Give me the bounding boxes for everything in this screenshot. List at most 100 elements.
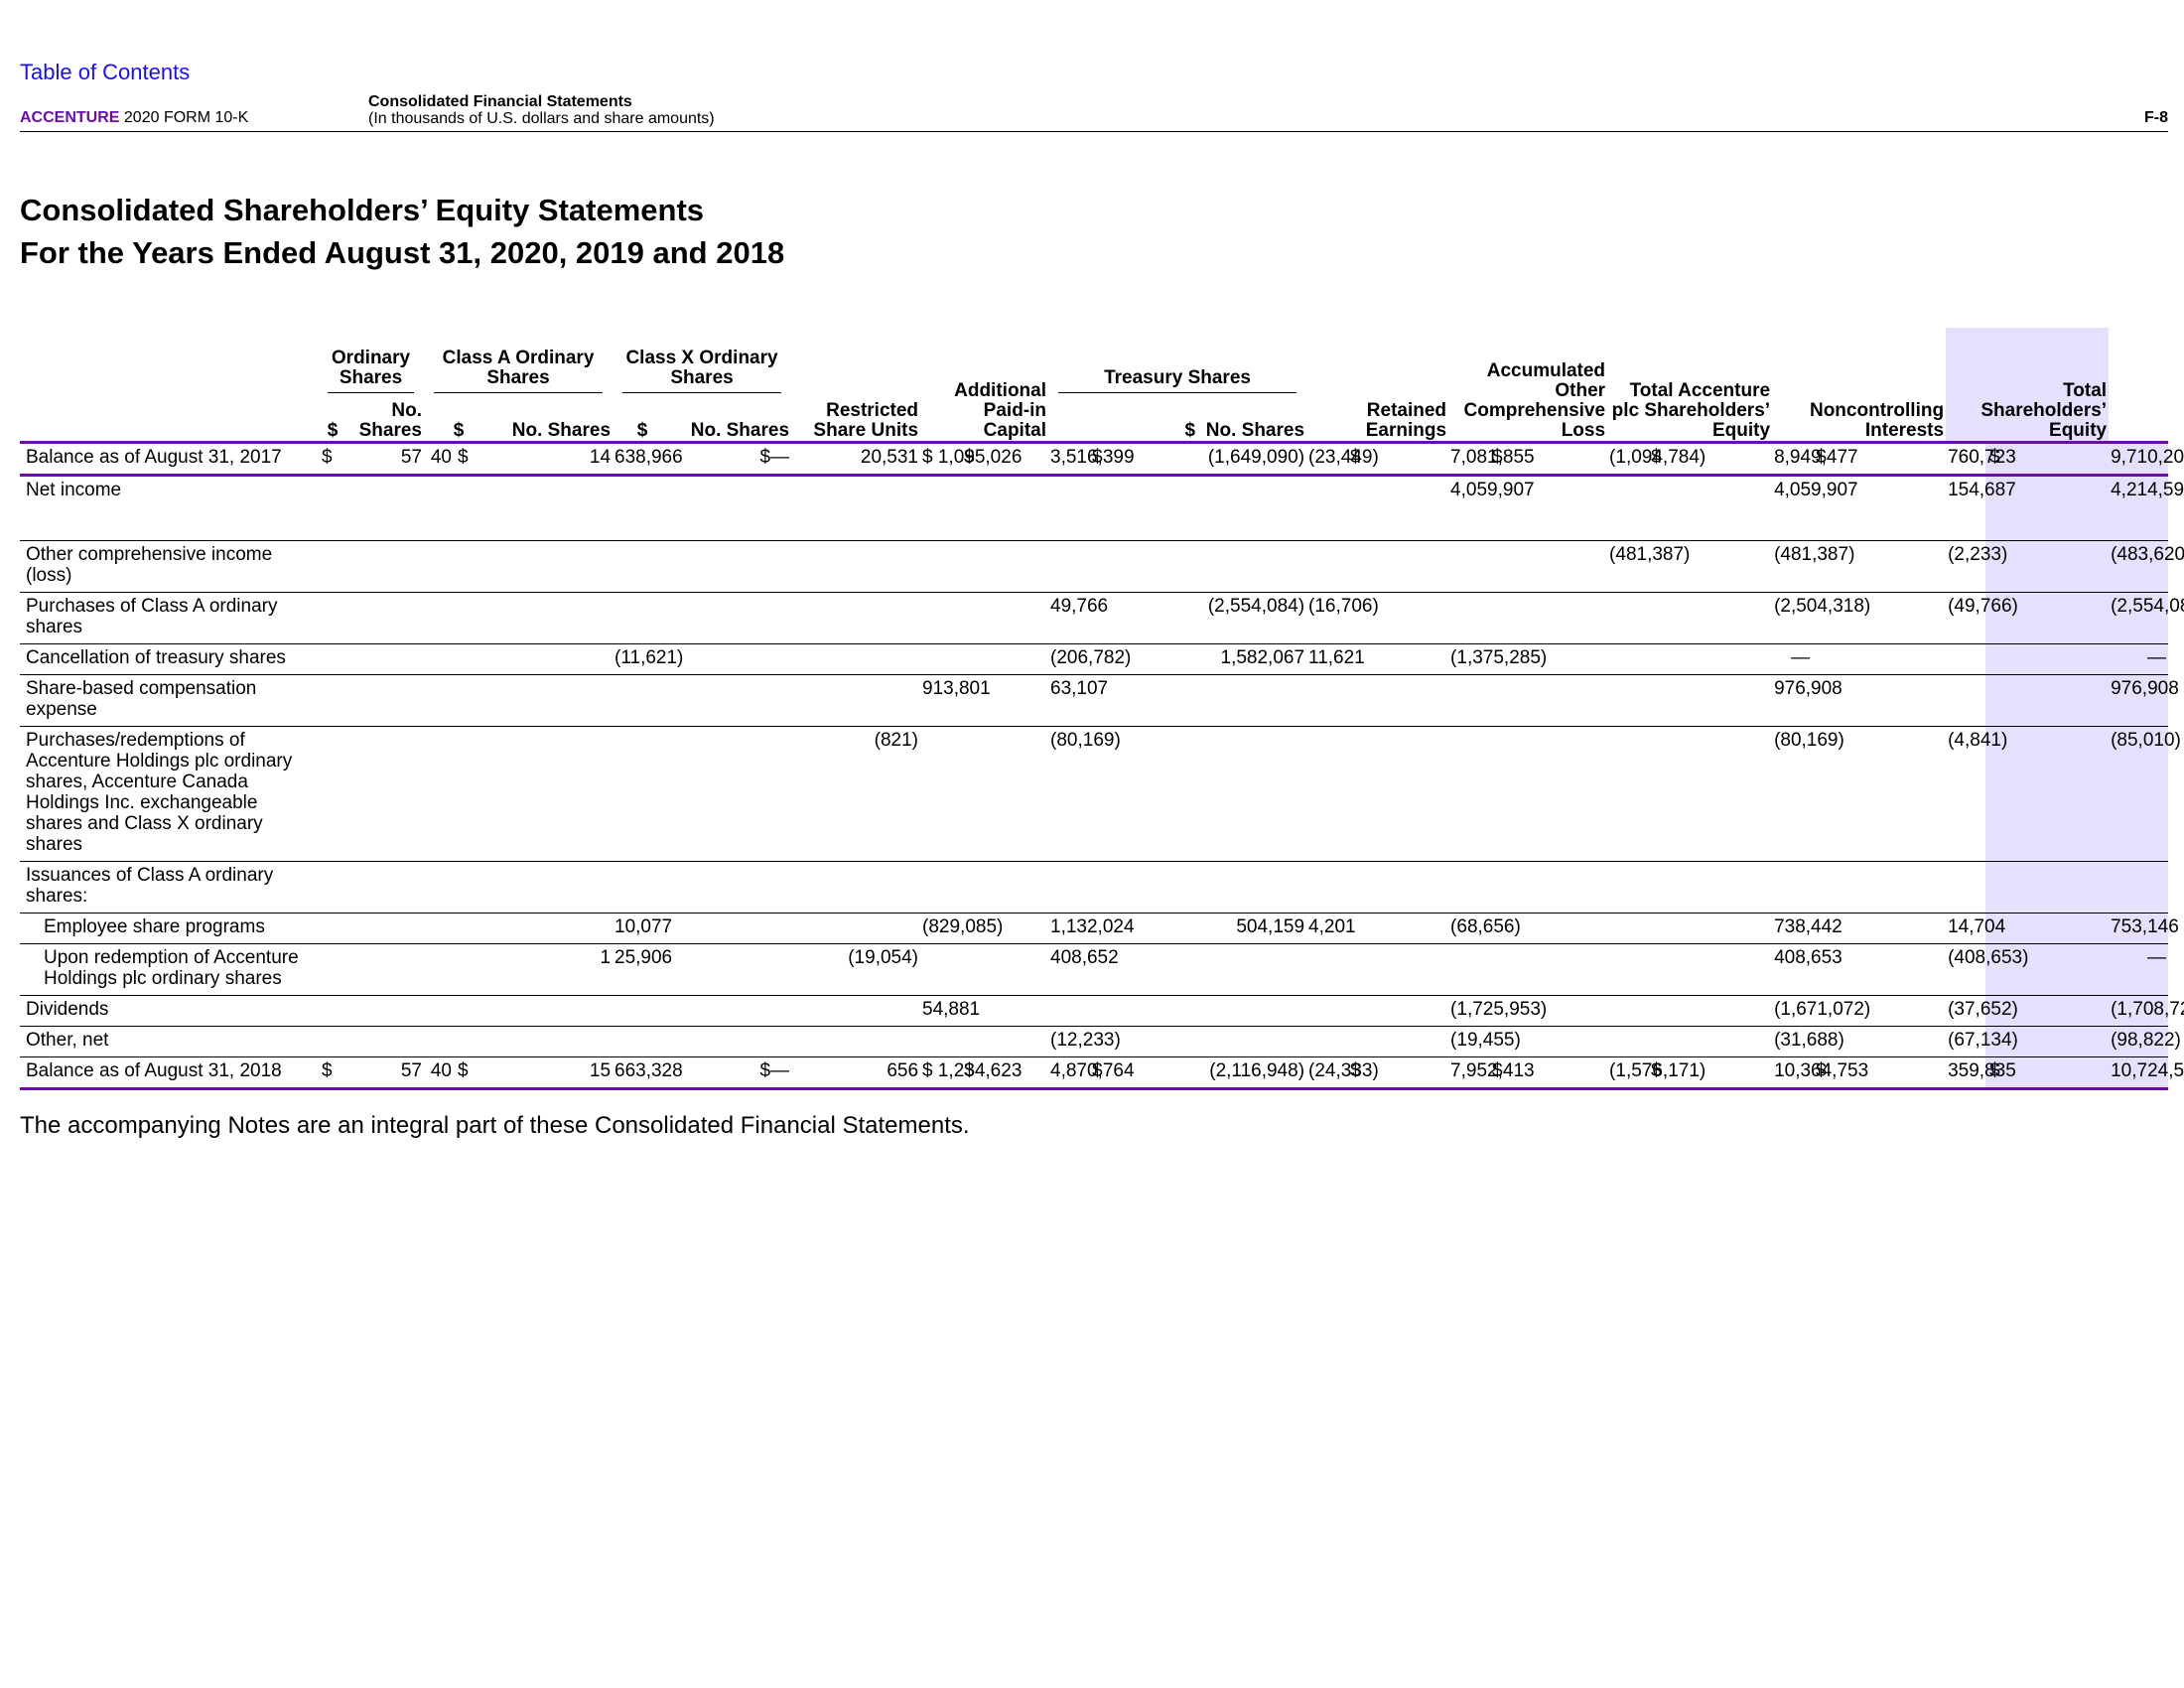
col-dollar: $ [453, 419, 465, 441]
table-cell [1197, 861, 1307, 914]
table-cell [920, 861, 961, 914]
table-cell [493, 540, 614, 593]
table-cell [672, 861, 792, 914]
table-body: Balance as of August 31, 2017 $57 40 $14 638… [20, 440, 2184, 1090]
table-cell [791, 643, 921, 675]
table-cell [424, 475, 454, 541]
table-cell [1306, 861, 1347, 914]
table-cell [1607, 995, 1648, 1027]
table-cell [1197, 995, 1307, 1027]
table-cell: 14,704 [1946, 913, 2005, 944]
table-cell: (2,554,084) [1197, 592, 1307, 644]
table-cell [347, 540, 424, 593]
table-cell: 54,881 [920, 995, 980, 1027]
row-label: Employee share programs [20, 913, 318, 944]
table-cell: 14 [493, 440, 614, 477]
table-cell [454, 1026, 493, 1057]
table-of-contents-link[interactable]: Table of Contents [20, 60, 190, 85]
table-cell [493, 643, 614, 675]
title-line-1: Consolidated Shareholders’ Equity Statem… [20, 193, 705, 227]
table-cell [424, 861, 454, 914]
table-cell: (829,085) [920, 913, 1003, 944]
table-cell: 10,724,588 [2109, 1056, 2184, 1090]
table-cell [672, 1026, 792, 1057]
table-cell [318, 913, 347, 944]
table-cell [960, 540, 1049, 593]
table-cell [1197, 475, 1307, 541]
table-cell [1346, 913, 1449, 944]
table-cell [1647, 913, 1773, 944]
table-cell [920, 475, 961, 541]
table-cell: (2,116,948) [1197, 1056, 1307, 1090]
table-cell [920, 943, 961, 996]
table-cell [347, 726, 424, 862]
table-cell: 359,835 [1946, 1056, 2016, 1090]
table-cell [960, 943, 1049, 996]
table-cell: (85,010) [2109, 726, 2181, 862]
units-note: (In thousands of U.S. dollars and share … [368, 110, 715, 127]
table-cell [960, 475, 1049, 541]
col-total-accenture-equity: Total Accenture plc Shareholders’ Equity [1611, 379, 1771, 441]
table-cell [1607, 592, 1648, 644]
table-cell: $ [318, 440, 347, 477]
table-cell: (2,504,318) [1772, 592, 1870, 644]
table-cell: 738,442 [1772, 913, 1843, 944]
statement-subtitle: Consolidated Financial Statements (In th… [368, 93, 715, 127]
table-cell: 63,107 [1048, 674, 1108, 727]
table-cell: 1,132,024 [1048, 913, 1135, 944]
table-cell [791, 995, 921, 1027]
table-cell [493, 475, 614, 541]
table-row: Dividends 54,881 (1,725,953) (1,671,072) (37… [20, 995, 2184, 1027]
table-cell [347, 1026, 424, 1057]
table-cell [1346, 995, 1449, 1027]
table-cell: 11,621 [1306, 643, 1365, 675]
table-cell [1197, 1026, 1307, 1057]
col-dollar: $ [327, 419, 339, 441]
footer-note: The accompanying Notes are an integral p… [20, 1112, 970, 1139]
table-cell [493, 1026, 614, 1057]
table-cell [1088, 861, 1198, 914]
table-cell [613, 995, 673, 1027]
table-cell: 408,653 [1772, 943, 1843, 996]
table-cell: — [2109, 943, 2168, 996]
table-cell: 4,201 [1306, 913, 1356, 944]
table-cell: (31,688) [1772, 1026, 1844, 1057]
table-cell [1607, 861, 1648, 914]
table-cell [1306, 475, 1347, 541]
table-cell: 913,801 [920, 674, 991, 727]
table-cell [1985, 674, 2110, 727]
table-cell [613, 1026, 673, 1057]
col-class-a: Class A Ordinary Shares [434, 349, 604, 393]
table-cell: (4,841) [1946, 726, 2007, 862]
table-cell [1448, 943, 1489, 996]
table-row: Share-based compensation expense 913,801 6… [20, 674, 2179, 727]
table-cell [1346, 861, 1449, 914]
table-cell: 7,952,413 [1448, 1056, 1535, 1090]
col-no-shares: No. Shares [1205, 419, 1305, 441]
table-cell [1346, 540, 1449, 593]
table-cell [318, 995, 347, 1027]
table-cell [613, 592, 673, 644]
col-restricted-share-units: Restricted Share Units [813, 399, 919, 441]
table-cell: 10,077 [613, 913, 672, 944]
table-cell [1306, 943, 1347, 996]
table-cell: 504,159 [1197, 913, 1307, 944]
table-cell [1488, 861, 1608, 914]
table-cell: (1,725,953) [1448, 995, 1547, 1027]
table-cell [1946, 861, 1986, 914]
col-noncontrolling-interests: Noncontrolling Interests [1809, 399, 1945, 441]
table-cell [672, 913, 792, 944]
table-cell [318, 1026, 347, 1057]
table-cell [1647, 643, 1773, 675]
table-row: Balance as of August 31, 2018 $57 40 $15 663… [20, 1056, 2184, 1090]
equity-table-container: Ordinary Shares Class A Ordinary Shares … [20, 328, 2184, 1090]
table-cell [1488, 674, 1608, 727]
table-cell: $ [318, 1056, 347, 1090]
table-cell [1088, 540, 1198, 593]
table-cell: (2,554,084) [2109, 592, 2184, 644]
table-cell: (98,822) [2109, 1026, 2181, 1057]
table-cell [347, 861, 424, 914]
row-label: Balance as of August 31, 2017 [20, 440, 318, 477]
table-cell [613, 861, 673, 914]
table-cell [318, 861, 347, 914]
